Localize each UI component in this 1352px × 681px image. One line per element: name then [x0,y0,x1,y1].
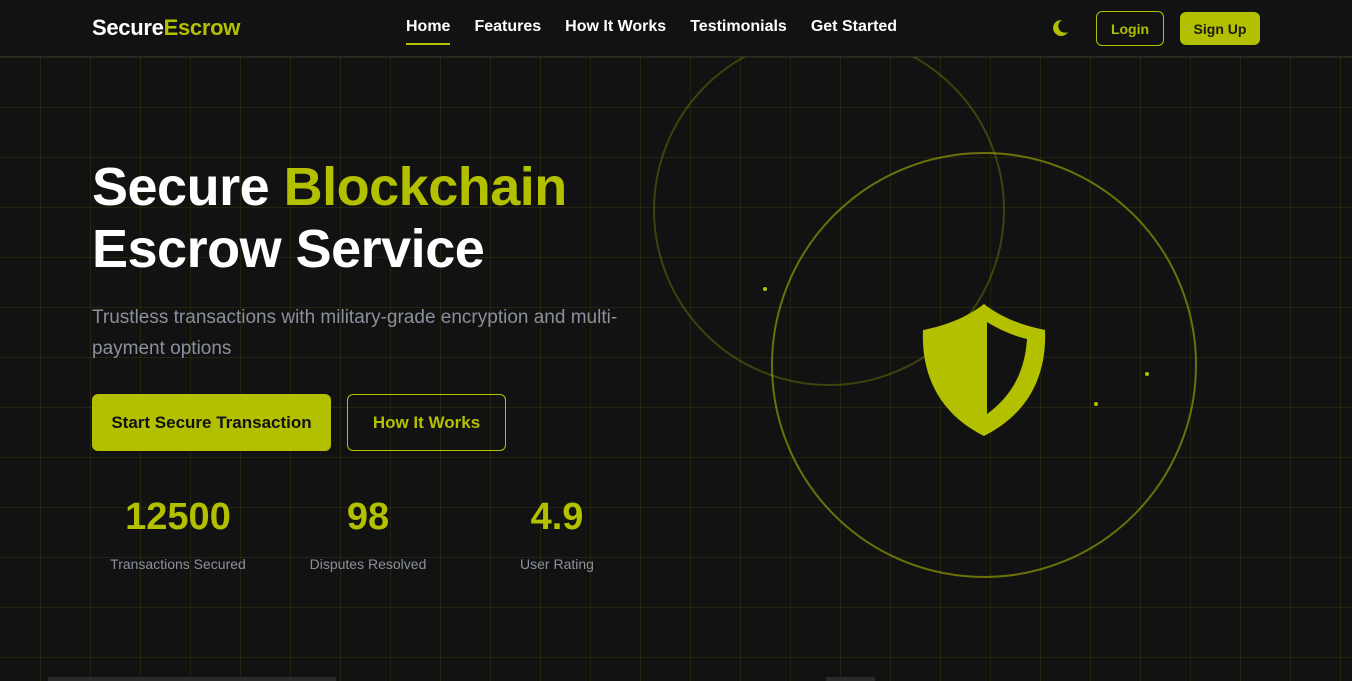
navbar: SecureEscrow Home Features How It Works … [0,0,1352,57]
login-button[interactable]: Login [1096,11,1164,46]
brand-logo-part2: Escrow [163,15,241,40]
stat-label: Transactions Secured [110,556,246,572]
start-transaction-button[interactable]: Start Secure Transaction [92,394,331,451]
how-it-works-button[interactable]: How It Works [347,394,506,451]
brand-logo[interactable]: SecureEscrow [92,15,240,41]
stat-disputes: 98 Disputes Resolved [278,494,458,572]
nav-link-testimonials[interactable]: Testimonials [690,18,787,44]
grid-background [0,57,1352,681]
stat-rating: 4.9 User Rating [467,494,647,572]
hero-title-part1: Secure [92,157,270,217]
stat-value: 12500 [125,496,231,538]
stat-value: 98 [346,496,390,538]
stat-value: 4.9 [530,496,584,538]
nav-link-get-started[interactable]: Get Started [811,18,897,44]
hero-title-line2: Escrow Service [92,219,485,279]
hero-subtitle: Trustless transactions with military-gra… [92,307,618,359]
nav-link-how-it-works[interactable]: How It Works [565,18,666,44]
stat-label: User Rating [520,556,594,572]
page: SecureEscrow Home Features How It Works … [0,0,1352,681]
hero-title-accent: Blockchain [283,157,568,217]
nav-link-home[interactable]: Home [406,18,451,45]
hero-title: Secure Blockchain Escrow Service [92,156,567,280]
stat-transactions: 12500 Transactions Secured [88,494,268,572]
section-divider [48,677,336,681]
nav-links: Home Features How It Works Testimonials … [406,18,897,45]
signup-button[interactable]: Sign Up [1180,12,1260,45]
moon-icon [1053,19,1068,36]
section-divider [826,677,875,681]
nav-link-features[interactable]: Features [474,18,541,44]
brand-logo-part1: Secure [92,15,164,40]
stat-label: Disputes Resolved [309,556,427,572]
theme-toggle-button[interactable] [1050,17,1072,39]
